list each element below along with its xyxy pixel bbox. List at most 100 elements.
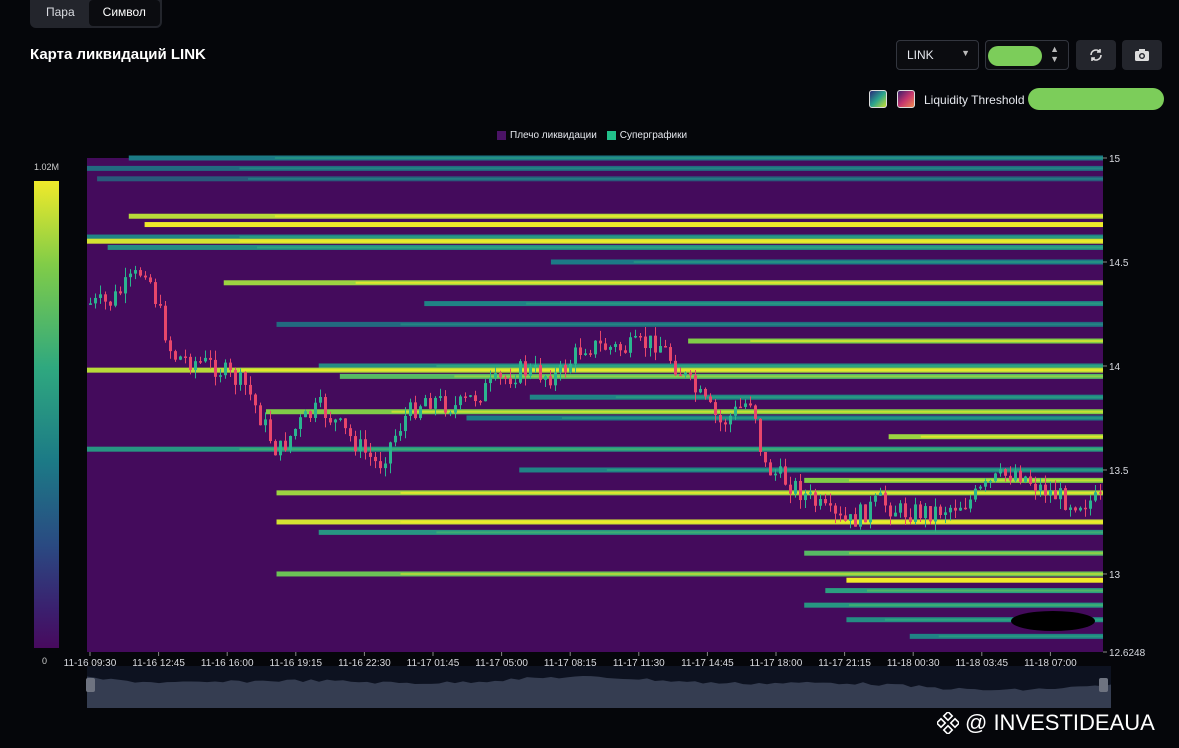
candle-body [859,504,862,527]
candle-body [879,492,882,496]
candle-body [214,359,217,377]
candle-body [209,357,212,360]
liquidation-level-core [239,236,1103,239]
candle-body [499,373,502,378]
y-axis-tick-label: 15 [1109,154,1121,165]
candle-body [864,504,867,523]
candle-body [104,294,107,302]
candle-body [534,365,537,367]
candle-body [334,419,337,423]
candle-body [224,362,227,376]
candle-body [789,484,792,494]
candle-body [659,345,662,353]
candle-body [984,481,987,487]
candle-body [529,366,532,376]
scrubber-right-handle[interactable] [1099,678,1108,692]
candle-body [189,356,192,371]
candle-body [699,388,702,393]
candle-body [774,473,777,476]
candle-body [1024,476,1027,482]
liquidation-level-core [400,520,1103,523]
candle-body [324,397,327,419]
candle-body [794,480,797,494]
liquidation-level-core [750,340,1103,343]
liquidation-heatmap-chart[interactable]: 1514.51413.51312.624811-16 09:30 11-16 12… [0,0,1179,748]
candle-body [429,398,432,409]
candle-body [254,394,257,406]
candle-body [1069,507,1072,510]
candle-body [829,503,832,506]
candle-body [1004,469,1007,476]
candle-body [364,439,367,453]
scrubber-left-handle[interactable] [86,678,95,692]
candle-body [549,376,552,386]
y-axis-tick-label: 13 [1109,570,1121,581]
candle-body [564,364,567,373]
candle-body [574,347,577,364]
candle-body [579,347,582,356]
candle-body [1049,490,1052,496]
candle-body [669,347,672,361]
liquidation-level-core [884,579,1103,582]
candle-body [719,414,722,423]
candle-body [404,415,407,432]
liquidation-level-core [288,223,1103,226]
liquidation-level-core [247,177,1104,180]
candle-body [979,486,982,489]
candle-body [479,401,482,403]
candle-body [519,361,522,383]
liquidation-level-core [849,479,1103,482]
candle-body [769,462,772,476]
candle-body [1044,484,1047,496]
candle-body [624,350,627,353]
candle-body [604,343,607,350]
candle-body [714,402,717,415]
time-range-scrubber[interactable] [87,666,1111,708]
candle-body [524,361,527,376]
candle-body [1079,507,1082,511]
candle-body [939,506,942,516]
candle-body [459,396,462,406]
candle-body [469,395,472,397]
liquidation-level-core [615,396,1103,399]
candle-body [1064,488,1067,510]
candle-body [894,512,897,517]
candle-body [729,415,732,425]
liquidation-level-core [239,167,1103,170]
candle-body [884,492,887,506]
candle-body [414,402,417,419]
candle-body [1039,484,1042,492]
candle-body [1084,507,1087,510]
candle-body [824,499,827,504]
candle-body [449,412,452,415]
candle-body [614,344,617,347]
candle-body [169,340,172,352]
candle-body [264,419,267,426]
candle-body [304,411,307,418]
candle-body [819,499,822,506]
candle-body [109,301,112,306]
candle-body [149,277,152,283]
candle-body [249,384,252,395]
candle-body [834,505,837,514]
candle-body [1009,475,1012,481]
binance-logo-icon [937,712,959,734]
candle-body [919,504,922,519]
candle-body [914,504,917,522]
candle-body [329,418,332,423]
candle-body [274,441,277,456]
candle-body [639,336,642,338]
candle-body [1054,490,1057,500]
liquidation-level-core [391,410,1104,413]
candle-body [129,273,132,278]
candle-body [394,435,397,443]
candle-body [1059,488,1062,500]
candle-body [94,297,97,304]
candle-body [489,377,492,384]
candle-body [634,336,637,338]
liquidation-level-core [274,215,1104,218]
candle-body [434,397,437,409]
candle-body [754,405,757,419]
candle-body [949,507,952,513]
candle-body [369,452,372,457]
